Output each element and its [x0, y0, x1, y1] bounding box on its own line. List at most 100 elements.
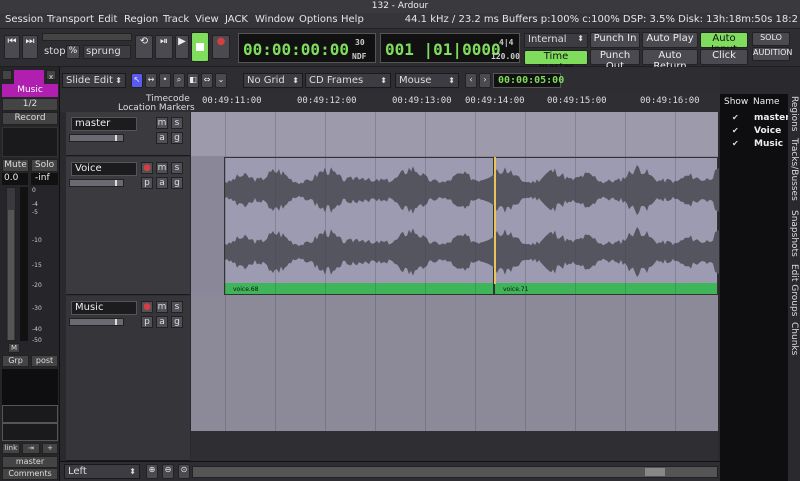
zoom-in-button[interactable]: ⊕ — [146, 464, 158, 479]
menu-options[interactable]: Options — [299, 14, 338, 25]
panner-bypass-button[interactable]: + — [42, 443, 58, 454]
menu-window[interactable]: Window — [255, 14, 294, 25]
auto-input-button[interactable]: Auto Input — [700, 32, 748, 55]
menu-help[interactable]: Help — [341, 14, 364, 25]
menu-transport[interactable]: Transport — [47, 14, 94, 25]
track-name-input[interactable]: Music — [71, 301, 137, 315]
meter-point-button[interactable]: M — [8, 343, 20, 353]
panner-link-button[interactable]: link — [2, 443, 20, 454]
time-master-button[interactable]: Time master — [524, 50, 588, 73]
track-name-input[interactable]: master — [71, 117, 137, 131]
percent-button[interactable]: % — [66, 45, 80, 59]
track-automation-button[interactable]: a — [156, 177, 168, 189]
menu-track[interactable]: Track — [163, 14, 189, 25]
gain-fader[interactable] — [6, 187, 16, 341]
edit-mode-select[interactable]: Slide Edit ⬍ — [62, 73, 126, 88]
track-group-button[interactable]: g — [171, 316, 183, 328]
track-playlist-button[interactable]: p — [141, 316, 153, 328]
nudge-forward-button[interactable]: › — [479, 73, 491, 88]
panner-top[interactable] — [2, 405, 58, 423]
track-record-button[interactable]: ● — [141, 301, 153, 313]
track-group-button[interactable]: g — [171, 177, 183, 189]
mute-button[interactable]: Mute — [2, 159, 29, 172]
record-button[interactable]: ● — [212, 35, 230, 59]
strip-name-button[interactable]: Music — [2, 84, 58, 97]
list-item[interactable]: Music — [754, 139, 783, 149]
strip-hide-button[interactable]: x — [46, 70, 56, 81]
nudge-clock[interactable]: 00:00:05:00 — [493, 73, 564, 88]
zoom-tool-button[interactable]: ⌕ — [173, 73, 185, 88]
record-button-strip[interactable]: Record — [2, 112, 58, 125]
tab-tracks-busses[interactable]: Tracks/Busses — [789, 138, 799, 201]
grab-tool-button[interactable]: ↖ — [131, 73, 143, 88]
shuttle-mode-select[interactable]: sprung — [83, 45, 131, 59]
punch-in-button[interactable]: Punch In — [590, 32, 640, 48]
timeline-ruler[interactable]: Timecode Location Markers 00:49:11:00 00… — [60, 94, 720, 113]
audition-alert-button[interactable]: AUDITION — [752, 47, 792, 61]
play-range-button[interactable]: ⏯ — [155, 35, 173, 59]
processor-box[interactable] — [2, 127, 58, 157]
track-record-button[interactable]: ● — [141, 162, 153, 174]
list-item[interactable]: Voice — [754, 126, 781, 136]
track-solo-button[interactable]: s — [171, 117, 183, 129]
track-name-input[interactable]: Voice — [71, 162, 137, 176]
track-header-master[interactable]: master m s a g — [66, 112, 190, 156]
shuttle-slider[interactable] — [42, 33, 132, 41]
zoom-session-button[interactable]: ⊙ — [178, 464, 190, 479]
audition-tool-button[interactable]: ◧ — [187, 73, 199, 88]
track-mute-button[interactable]: m — [156, 162, 168, 174]
secondary-clock[interactable]: 001 |01|0000 4|4 120.00 — [380, 33, 520, 63]
auto-play-button[interactable]: Auto Play — [642, 32, 698, 48]
panner-bottom[interactable] — [2, 423, 58, 441]
gain-display[interactable]: 0.0 — [2, 173, 28, 185]
click-button[interactable]: Click — [700, 49, 748, 65]
horizontal-scrollbar[interactable] — [192, 466, 718, 478]
meter-post-button[interactable]: post — [31, 355, 58, 367]
list-item[interactable]: master — [754, 113, 790, 123]
tab-snapshots[interactable]: Snapshots — [789, 210, 799, 257]
check-icon[interactable]: ✔ — [732, 114, 740, 122]
punch-out-button[interactable]: Punch Out — [590, 49, 640, 72]
track-automation-button[interactable]: a — [156, 316, 168, 328]
region-voice-71[interactable]: voice.71 — [494, 157, 719, 295]
range-tool-button[interactable]: ↔ — [145, 73, 157, 88]
track-lane-master[interactable] — [191, 112, 718, 156]
nudge-back-button[interactable]: ‹ — [465, 73, 477, 88]
solo-alert-button[interactable]: SOLO — [752, 32, 790, 46]
stretch-tool-button[interactable]: ⇔ — [201, 73, 213, 88]
goto-end-button[interactable]: ⏭ — [22, 35, 38, 59]
comments-button[interactable]: Comments — [2, 468, 58, 480]
menu-region[interactable]: Region — [124, 14, 158, 25]
track-gain-slider[interactable] — [69, 318, 124, 326]
scrollbar-thumb[interactable] — [645, 468, 665, 476]
panner-direction-button[interactable]: ⇥ — [22, 443, 40, 454]
track-header-voice[interactable]: Voice ● m s p a g — [66, 157, 190, 295]
track-gain-slider[interactable] — [69, 179, 124, 187]
edit-point-select[interactable]: Mouse ⬍ — [395, 73, 459, 88]
toolbar-menu-button[interactable]: ⌄ — [215, 73, 227, 88]
check-icon[interactable]: ✔ — [732, 127, 740, 135]
menu-jack[interactable]: JACK — [225, 14, 248, 25]
units-select[interactable]: CD Frames ⬍ — [305, 73, 391, 88]
track-mute-button[interactable]: m — [156, 301, 168, 313]
track-group-button[interactable]: g — [171, 132, 183, 144]
goto-start-button[interactable]: ⏮ — [4, 35, 20, 59]
sync-source-select[interactable]: Internal ⬍ — [524, 33, 588, 48]
auto-return-button[interactable]: Auto Return — [642, 49, 698, 72]
zoom-focus-select[interactable]: Left ⬍ — [64, 464, 140, 479]
track-playlist-button[interactable]: p — [141, 177, 153, 189]
tab-regions[interactable]: Regions — [789, 96, 799, 132]
tab-chunks[interactable]: Chunks — [789, 322, 799, 355]
menu-session[interactable]: Session — [5, 14, 43, 25]
input-fraction[interactable]: 1/2 — [2, 98, 58, 111]
track-automation-button[interactable]: a — [156, 132, 168, 144]
menu-edit[interactable]: Edit — [98, 14, 117, 25]
check-icon[interactable]: ✔ — [732, 140, 740, 148]
gain-tool-button[interactable]: • — [159, 73, 171, 88]
stop-button[interactable] — [191, 32, 209, 62]
region-voice-68[interactable]: voice.68 — [224, 157, 495, 295]
track-mute-button[interactable]: m — [156, 117, 168, 129]
track-header-music[interactable]: Music ● m s p a g — [66, 296, 190, 461]
group-button[interactable]: Grp — [2, 355, 29, 367]
play-button[interactable]: ▶ — [175, 35, 189, 59]
